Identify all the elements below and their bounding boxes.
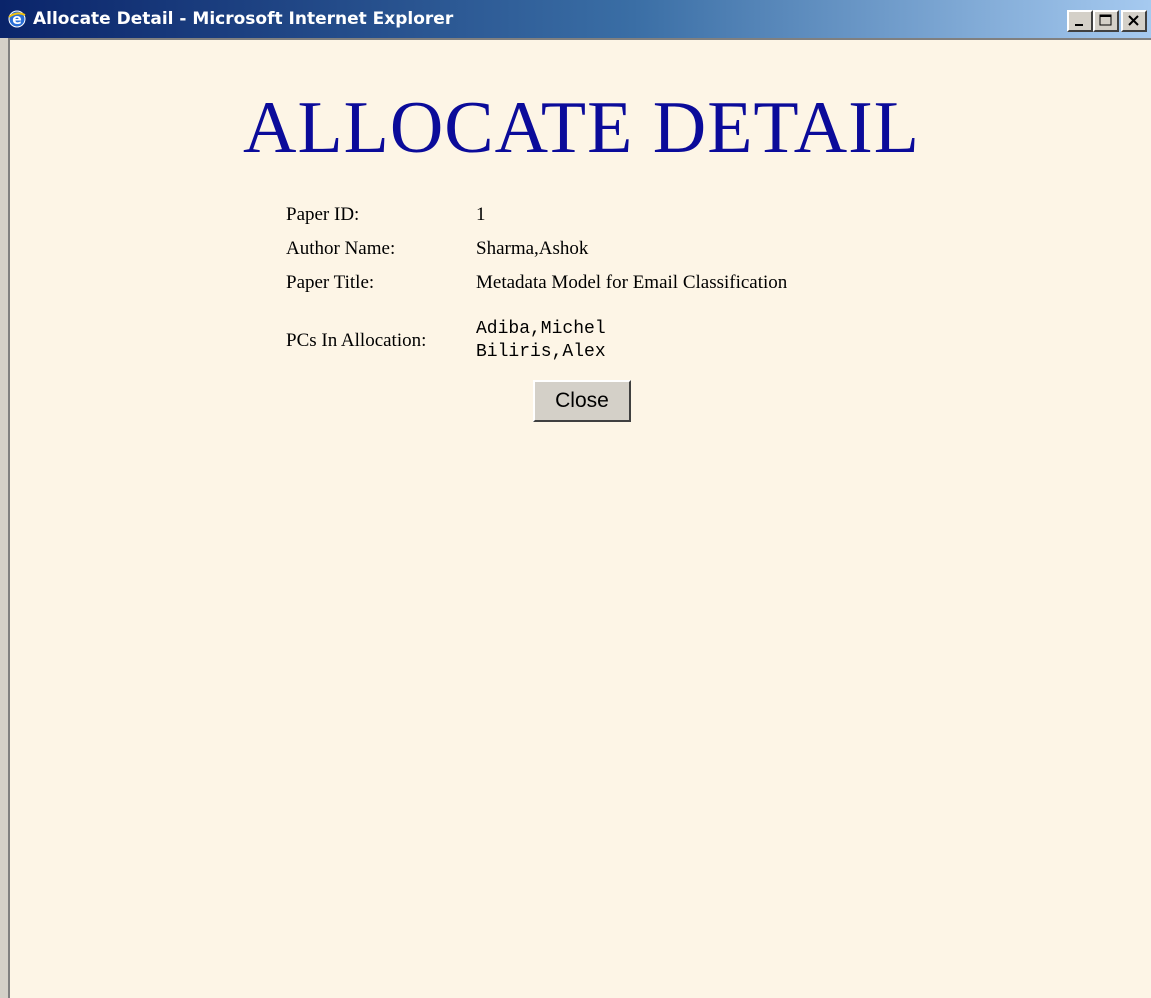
- maximize-button[interactable]: [1093, 10, 1119, 32]
- pcs-list: Adiba,Michel Biliris,Alex: [476, 318, 606, 364]
- minimize-icon: [1075, 24, 1083, 26]
- author-value: Sharma,Ashok: [476, 238, 589, 259]
- pcs-label: PCs In Allocation:: [286, 330, 427, 351]
- browser-window: e Allocate Detail - Microsoft Internet E…: [0, 0, 1151, 998]
- page-content: ALLOCATE DETAIL Paper ID: 1 Author Name:…: [8, 38, 1151, 998]
- paper-title-label: Paper Title:: [286, 272, 375, 293]
- author-label: Author Name:: [286, 238, 396, 259]
- paper-id-label: Paper ID:: [286, 204, 360, 225]
- maximize-icon: [1099, 14, 1112, 26]
- pc-item: Adiba,Michel: [476, 319, 606, 339]
- close-window-button[interactable]: [1121, 10, 1147, 32]
- close-button[interactable]: Close: [533, 380, 631, 422]
- minimize-button[interactable]: [1067, 10, 1093, 32]
- page-title: ALLOCATE DETAIL: [243, 87, 920, 169]
- title-bar[interactable]: e Allocate Detail - Microsoft Internet E…: [0, 0, 1151, 38]
- paper-title-value: Metadata Model for Email Classification: [476, 272, 788, 293]
- window-title: Allocate Detail - Microsoft Internet Exp…: [33, 9, 454, 29]
- close-icon: [1128, 15, 1139, 26]
- ie-icon: e: [7, 9, 27, 29]
- paper-id-value: 1: [476, 204, 486, 225]
- pc-item: Biliris,Alex: [476, 342, 606, 362]
